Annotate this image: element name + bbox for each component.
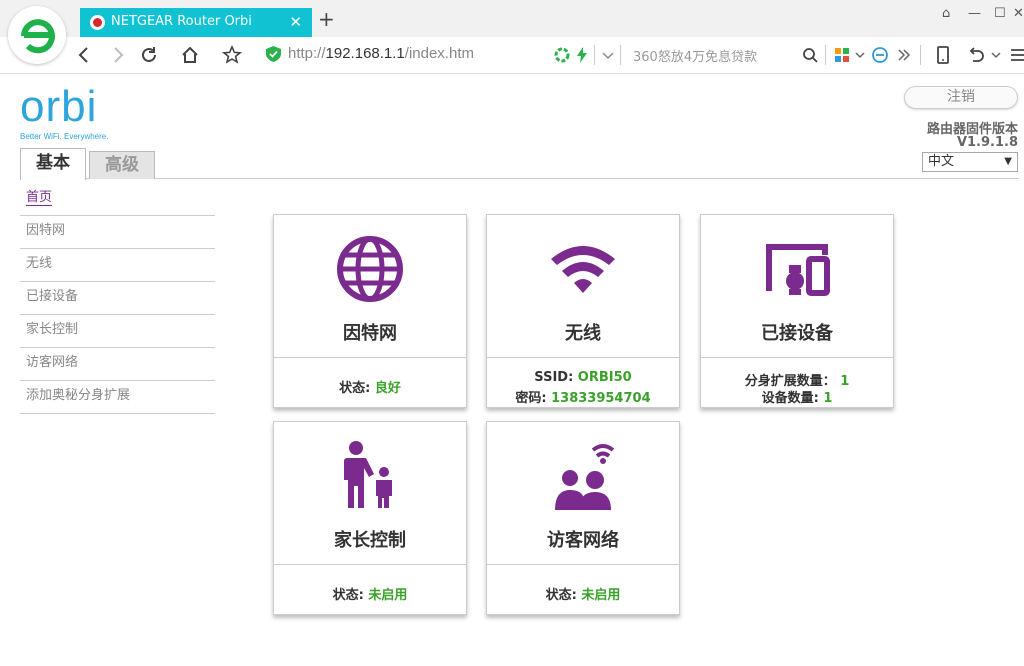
device-count: 设备数量: 1 bbox=[761, 391, 833, 406]
more-arrows-icon[interactable] bbox=[894, 45, 914, 65]
card-divider bbox=[274, 564, 466, 565]
search-input[interactable]: 360怒放4万免息贷款 bbox=[633, 46, 757, 65]
parental-status: 状态: 未启用 bbox=[332, 588, 408, 603]
toolbar-divider bbox=[825, 45, 826, 65]
skin-icon[interactable]: ⌂ bbox=[942, 6, 950, 21]
brand-tagline: Better WiFi. Everywhere. bbox=[20, 132, 109, 141]
sidebar-item-attached-devices[interactable]: 已接设备 bbox=[20, 282, 215, 315]
sidebar-item-wireless[interactable]: 无线 bbox=[20, 249, 215, 282]
guest-users-icon bbox=[487, 440, 679, 512]
card-divider bbox=[701, 357, 893, 358]
wireless-card[interactable]: 无线 SSID: ORBI50 密码: 13833954704 bbox=[486, 214, 680, 408]
chevron-down-icon[interactable] bbox=[598, 45, 618, 65]
chevron-down-icon[interactable] bbox=[850, 45, 870, 65]
tab-basic[interactable]: 基本 bbox=[20, 148, 86, 180]
undo-icon[interactable] bbox=[966, 45, 986, 65]
toolbar-divider bbox=[594, 45, 595, 65]
tab-advanced[interactable]: 高级 bbox=[89, 151, 155, 179]
browser-tab-bar: NETGEAR Router Orbi ✕ + ⌂ — ☐ ✕ bbox=[0, 0, 1024, 37]
wireless-ssid: SSID: ORBI50 bbox=[534, 370, 632, 385]
close-tab-icon[interactable]: ✕ bbox=[289, 13, 302, 31]
mobile-icon[interactable] bbox=[933, 45, 953, 65]
globe-icon bbox=[274, 233, 466, 305]
devices-icon bbox=[701, 233, 893, 305]
guest-status: 状态: 未启用 bbox=[545, 588, 621, 603]
main-tabs: 基本 高级 bbox=[20, 148, 1019, 180]
browser-logo-icon[interactable] bbox=[8, 6, 66, 64]
secure-shield-icon bbox=[266, 46, 281, 62]
card-divider bbox=[274, 357, 466, 358]
search-icon[interactable] bbox=[800, 45, 820, 65]
back-icon[interactable] bbox=[74, 45, 94, 65]
card-title: 已接设备 bbox=[761, 323, 833, 344]
card-title: 无线 bbox=[565, 323, 601, 344]
url-text: http://192.168.1.1/index.htm bbox=[288, 45, 474, 62]
card-divider bbox=[487, 357, 679, 358]
parent-child-icon bbox=[274, 440, 466, 512]
new-tab-button[interactable]: + bbox=[318, 9, 335, 29]
guest-network-card[interactable]: 访客网络 状态: 未启用 bbox=[486, 421, 680, 615]
close-window-button[interactable]: ✕ bbox=[1013, 6, 1024, 21]
sidebar-item-home[interactable]: 首页 bbox=[20, 183, 215, 216]
sidebar: 首页 因特网 无线 已接设备 家长控制 访客网络 添加奥秘分身扩展 bbox=[20, 183, 215, 414]
card-title: 访客网络 bbox=[547, 530, 619, 551]
toolbar-divider bbox=[620, 45, 621, 65]
card-divider bbox=[487, 564, 679, 565]
lightning-icon[interactable] bbox=[572, 45, 592, 65]
minimize-button[interactable]: — bbox=[968, 6, 981, 21]
tab-title: NETGEAR Router Orbi bbox=[111, 14, 252, 29]
forward-icon[interactable] bbox=[108, 45, 128, 65]
browser-tab[interactable]: NETGEAR Router Orbi ✕ bbox=[80, 8, 312, 37]
toolbar-divider bbox=[920, 45, 921, 65]
attached-devices-card[interactable]: 已接设备 分身扩展数量： 1 设备数量: 1 bbox=[700, 214, 894, 408]
speedup-icon[interactable] bbox=[552, 45, 572, 65]
sidebar-item-add-satellite[interactable]: 添加奥秘分身扩展 bbox=[20, 381, 215, 414]
sidebar-item-parental-controls[interactable]: 家长控制 bbox=[20, 315, 215, 348]
orbi-logo: orbi Better WiFi. Everywhere. bbox=[20, 82, 109, 142]
home-icon[interactable] bbox=[180, 45, 200, 65]
parental-controls-card[interactable]: 家长控制 状态: 未启用 bbox=[273, 421, 467, 615]
logout-button[interactable]: 注销 bbox=[904, 86, 1018, 109]
chevron-down-icon[interactable] bbox=[986, 45, 1006, 65]
internet-status: 状态: 良好 bbox=[339, 381, 401, 396]
wireless-password: 密码: 13833954704 bbox=[515, 391, 651, 406]
sidebar-item-guest-network[interactable]: 访客网络 bbox=[20, 348, 215, 381]
brand-name: orbi bbox=[20, 82, 98, 131]
browser-toolbar: http://192.168.1.1/index.htm 360怒放4万免息贷款 bbox=[0, 37, 1024, 74]
sidebar-item-internet[interactable]: 因特网 bbox=[20, 216, 215, 249]
wifi-icon bbox=[487, 233, 679, 305]
netgear-favicon-icon bbox=[90, 15, 105, 30]
reload-icon[interactable] bbox=[139, 45, 159, 65]
apps-grid-icon[interactable] bbox=[832, 45, 852, 65]
card-title: 因特网 bbox=[343, 323, 397, 344]
zoom-out-icon[interactable] bbox=[870, 45, 890, 65]
favorite-star-icon[interactable] bbox=[221, 45, 243, 65]
internet-card[interactable]: 因特网 状态: 良好 bbox=[273, 214, 467, 408]
card-title: 家长控制 bbox=[334, 530, 406, 551]
maximize-button[interactable]: ☐ bbox=[994, 6, 1006, 21]
menu-icon[interactable] bbox=[1008, 45, 1024, 65]
